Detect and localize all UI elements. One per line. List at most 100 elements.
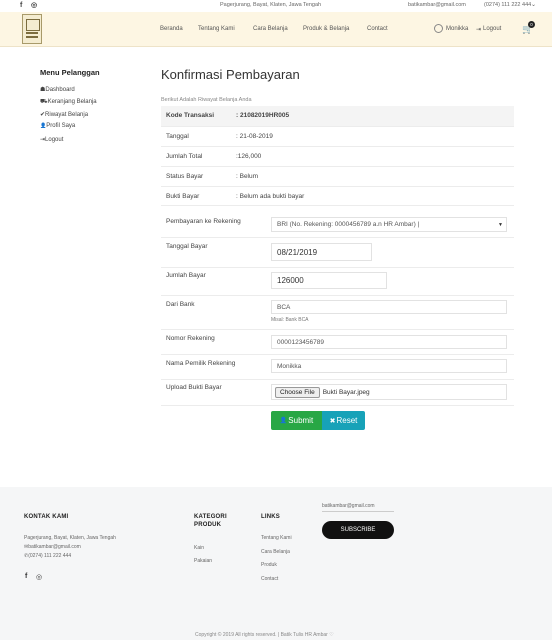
detail-row: Jumlah Total :126,000: [161, 146, 514, 166]
brand-logo[interactable]: [22, 14, 42, 44]
nav-cara-belanja[interactable]: Cara Belanja: [253, 26, 288, 32]
norek-value: 0000123456789: [277, 338, 324, 346]
copyright: Copyright © 2019 All rights reserved. | …: [195, 632, 334, 638]
rekening-label: Pembayaran ke Rekening: [166, 218, 241, 225]
jumlah-input[interactable]: 126000: [271, 272, 387, 289]
footer-kategori-title-1: KATEGORI: [194, 514, 227, 520]
footer-link-contact[interactable]: Contact: [261, 576, 278, 582]
footer-phone: (0274) 111 222 444: [28, 553, 72, 559]
topbar-email: batikambar@gmail.com: [408, 2, 466, 8]
footer-link-produk[interactable]: Produk: [261, 562, 277, 568]
detail-row: Kode Transaksi : 21082019HR005: [161, 106, 514, 126]
footer-phone-row: ✆(0274) 111 222 444: [24, 553, 71, 559]
upload-label: Upload Bukti Bayar: [166, 384, 222, 391]
detail-value: :126,000: [236, 153, 262, 160]
detail-label: Jumlah Total: [166, 153, 203, 160]
detail-label: Tanggal: [166, 133, 189, 140]
topbar-address: Pagerjurang, Bayat, Klaten, Jawa Tengah: [220, 2, 322, 8]
cart-badge: 0: [528, 21, 535, 28]
detail-label: Bukti Bayar: [166, 193, 200, 200]
top-bar: f ◎ Pagerjurang, Bayat, Klaten, Jawa Ten…: [0, 0, 552, 12]
detail-label: Kode Transaksi: [166, 112, 215, 119]
jumlah-value: 126000: [277, 276, 304, 285]
bank-label: Dari Bank: [166, 301, 195, 308]
tanggal-input[interactable]: 08/21/2019: [271, 243, 372, 261]
sidebar-item-label: Dashboard: [45, 87, 75, 93]
norek-label: Nomor Rekening: [166, 335, 215, 342]
footer-kontak-title: KONTAK KAMI: [24, 514, 69, 520]
main-header: Beranda Tentang Kami Cara Belanja Produk…: [0, 12, 552, 47]
detail-value: : 21-08-2019: [236, 133, 273, 140]
jumlah-label: Jumlah Bayar: [166, 272, 206, 279]
sidebar-title: Menu Pelanggan: [40, 68, 100, 77]
logout-icon[interactable]: ⇥: [476, 26, 481, 33]
footer-link-cara[interactable]: Cara Belanja: [261, 549, 290, 555]
footer-kategori-pakaian[interactable]: Pakaian: [194, 558, 212, 564]
facebook-icon[interactable]: f: [20, 2, 22, 9]
detail-value: : Belum: [236, 173, 259, 180]
instagram-icon[interactable]: ◎: [36, 573, 42, 581]
reset-label: Reset: [336, 416, 358, 425]
sidebar-item-keranjang[interactable]: ⛟Keranjang Belanja: [40, 98, 97, 106]
pemilik-value: Monikka: [277, 362, 302, 370]
sidebar-item-riwayat[interactable]: ✔Riwayat Belanja: [40, 111, 88, 118]
pemilik-label: Nama Pemilik Rekening: [166, 360, 236, 367]
tanggal-label: Tanggal Bayar: [166, 243, 208, 250]
sidebar-item-label: Profil Saya: [46, 123, 76, 129]
choose-file-button[interactable]: Choose File: [275, 386, 320, 398]
bank-input[interactable]: BCA: [271, 300, 507, 314]
upload-field: Choose File Bukti Bayar.jpeg: [271, 384, 507, 400]
detail-value: : Belum ada bukti bayar: [236, 193, 305, 200]
footer-email-row: ✉batikambar@gmail.com: [24, 544, 81, 550]
detail-value: : 21082019HR005: [236, 112, 290, 119]
sidebar-item-label: Logout: [45, 137, 64, 143]
sidebar-item-label: Keranjang Belanja: [47, 99, 97, 105]
pemilik-input[interactable]: Monikka: [271, 359, 507, 373]
cart-icon[interactable]: 🛒 0: [522, 21, 535, 35]
nav-produk-belanja[interactable]: Produk & Belanja: [303, 26, 349, 32]
submit-label: Submit: [288, 416, 314, 425]
footer-links-title: LINKS: [261, 514, 280, 520]
newsletter-underline: [322, 511, 394, 512]
sidebar-item-profil[interactable]: 👤Profil Saya: [40, 123, 75, 129]
chevron-down-icon[interactable]: ⌄: [531, 1, 536, 8]
nav-contact[interactable]: Contact: [367, 26, 388, 32]
file-name: Bukti Bayar.jpeg: [322, 388, 370, 396]
detail-row: Bukti Bayar : Belum ada bukti bayar: [161, 186, 514, 206]
nav-beranda[interactable]: Beranda: [160, 26, 183, 32]
subscribe-button[interactable]: SUBSCRIBE: [322, 521, 394, 539]
page-title: Konfirmasi Pembayaran: [161, 67, 300, 82]
nav-user[interactable]: Monikka: [446, 26, 468, 32]
dropdown-arrow-icon: ▼: [498, 221, 503, 228]
topbar-phone: (0274) 111 222 444: [484, 2, 532, 8]
facebook-icon[interactable]: f: [25, 573, 27, 580]
nav-logout[interactable]: Logout: [483, 26, 501, 32]
detail-label: Status Bayar: [166, 173, 204, 180]
close-icon: ✖: [329, 417, 336, 425]
submit-button[interactable]: 👤 Submit: [271, 411, 322, 430]
newsletter-email-input[interactable]: batikambar@gmail.com: [322, 503, 375, 509]
detail-row: Tanggal : 21-08-2019: [161, 126, 514, 146]
rekening-selected: BRI (No. Rekening: 0000456789 a.n HR Amb…: [277, 221, 420, 228]
reset-button[interactable]: ✖ Reset: [322, 411, 365, 430]
detail-row: Status Bayar : Belum: [161, 166, 514, 186]
sidebar-item-logout[interactable]: ⇥Logout: [40, 136, 63, 143]
bank-value: BCA: [277, 303, 291, 311]
sidebar-item-label: Riwayat Belanja: [45, 112, 89, 118]
footer-link-tentang[interactable]: Tentang Kami: [261, 535, 292, 541]
user-plus-icon: 👤: [279, 418, 288, 424]
sidebar-item-dashboard[interactable]: ☗Dashboard: [40, 86, 75, 93]
bank-hint: Misal: Bank BCA: [271, 317, 309, 323]
footer-address: Pagerjurang, Bayat, Klaten, Jawa Tengah: [24, 535, 116, 541]
instagram-icon[interactable]: ◎: [31, 1, 37, 9]
page-subtitle: Berikut Adalah Riwayat Belanja Anda: [161, 97, 252, 103]
rekening-select[interactable]: BRI (No. Rekening: 0000456789 a.n HR Amb…: [271, 217, 507, 232]
user-icon[interactable]: [434, 24, 443, 33]
tanggal-value: 08/21/2019: [277, 247, 318, 257]
footer-kategori-title-2: PRODUK: [194, 522, 222, 528]
nav-tentang-kami[interactable]: Tentang Kami: [198, 26, 235, 32]
norek-input[interactable]: 0000123456789: [271, 335, 507, 349]
footer-kategori-kain[interactable]: Kain: [194, 545, 204, 551]
footer-email: batikambar@gmail.com: [28, 544, 81, 550]
cart-icon: ⛟: [40, 99, 48, 105]
